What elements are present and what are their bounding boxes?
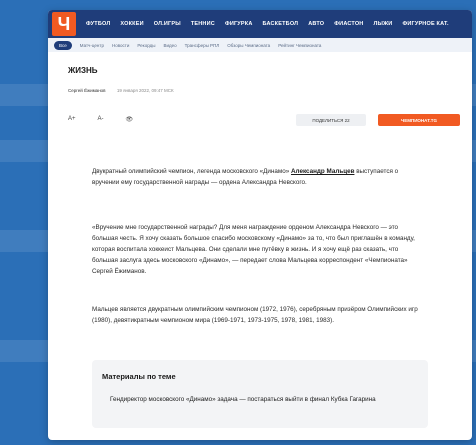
section-title[interactable]: ЖИЗНЬ (68, 66, 98, 75)
font-increase-button[interactable]: A+ (68, 116, 76, 123)
article-meta: Сергей Ёжиманов 19 января 2022, 09:47 МС… (68, 88, 174, 93)
related-link[interactable]: Гендиректор московского «Динамо» задача … (110, 394, 410, 405)
share-button[interactable]: ПОДЕЛИТЬСЯ 22 (296, 114, 366, 126)
author-name[interactable]: Сергей Ёжиманов (68, 88, 106, 93)
subnav-item[interactable]: Трансферы РПЛ (185, 43, 220, 48)
eye-icon[interactable]: 👁 (126, 116, 134, 123)
nav-item-fiaston[interactable]: ФИАСТОН (334, 21, 363, 27)
related-materials-box: Материалы по теме Гендиректор московског… (92, 360, 428, 428)
nav-item-auto[interactable]: АВТО (308, 21, 324, 27)
nav-item-ski[interactable]: ЛЫЖИ (373, 21, 392, 27)
nav-item-football[interactable]: ФУТБОЛ (86, 21, 110, 27)
publish-date: 19 января 2022, 09:47 МСК (116, 88, 174, 93)
subnav-item[interactable]: Матч-центр (80, 43, 104, 48)
subnav-item[interactable]: Видео (163, 43, 176, 48)
subnav-item[interactable]: Рейтинг Чемпионата (278, 43, 321, 48)
nav-item-figure[interactable]: ФИГУРКА (225, 21, 253, 27)
text-toolbar: A+ A- 👁 (68, 116, 133, 123)
subnav-item[interactable]: Рекорды (137, 43, 155, 48)
nav-item-tennis[interactable]: ТЕННИС (191, 21, 215, 27)
article-page: Ч ФУТБОЛ ХОККЕЙ ОЛ.ИГРЫ ТЕННИС ФИГУРКА Б… (48, 10, 472, 440)
article-paragraph: «Вручение мне государственной награды? Д… (92, 224, 415, 275)
person-link[interactable]: Александр Мальцев (291, 168, 354, 175)
article-paragraph: Двукратный олимпийский чемпион, легенда … (92, 166, 422, 188)
subnav-item[interactable]: Новости (112, 43, 129, 48)
subnav-item[interactable]: Обзоры Чемпионата (227, 43, 270, 48)
subnav-all-pill[interactable]: Все (54, 40, 72, 50)
related-title: Материалы по теме (102, 372, 176, 381)
article-paragraph: Мальцев является двукратным олимпийским … (92, 306, 418, 324)
subscribe-button[interactable]: ЧЕМПИОНАТ.TG (378, 114, 460, 126)
paragraph-text: Двукратный олимпийский чемпион, легенда … (92, 168, 290, 175)
site-logo[interactable]: Ч (52, 12, 76, 36)
nav-item-basketball[interactable]: БАСКЕТБОЛ (263, 21, 299, 27)
nav-item-skating[interactable]: ФИГУРНОЕ КАТ. (402, 21, 448, 27)
nav-item-hockey[interactable]: ХОККЕЙ (120, 21, 143, 27)
nav-item-olympics[interactable]: ОЛ.ИГРЫ (154, 21, 181, 27)
font-decrease-button[interactable]: A- (98, 116, 104, 123)
nav-items: ФУТБОЛ ХОККЕЙ ОЛ.ИГРЫ ТЕННИС ФИГУРКА БАС… (86, 21, 449, 27)
top-nav: Ч ФУТБОЛ ХОККЕЙ ОЛ.ИГРЫ ТЕННИС ФИГУРКА Б… (48, 10, 472, 38)
sub-nav: Все Матч-центр Новости Рекорды Видео Тра… (48, 38, 472, 52)
